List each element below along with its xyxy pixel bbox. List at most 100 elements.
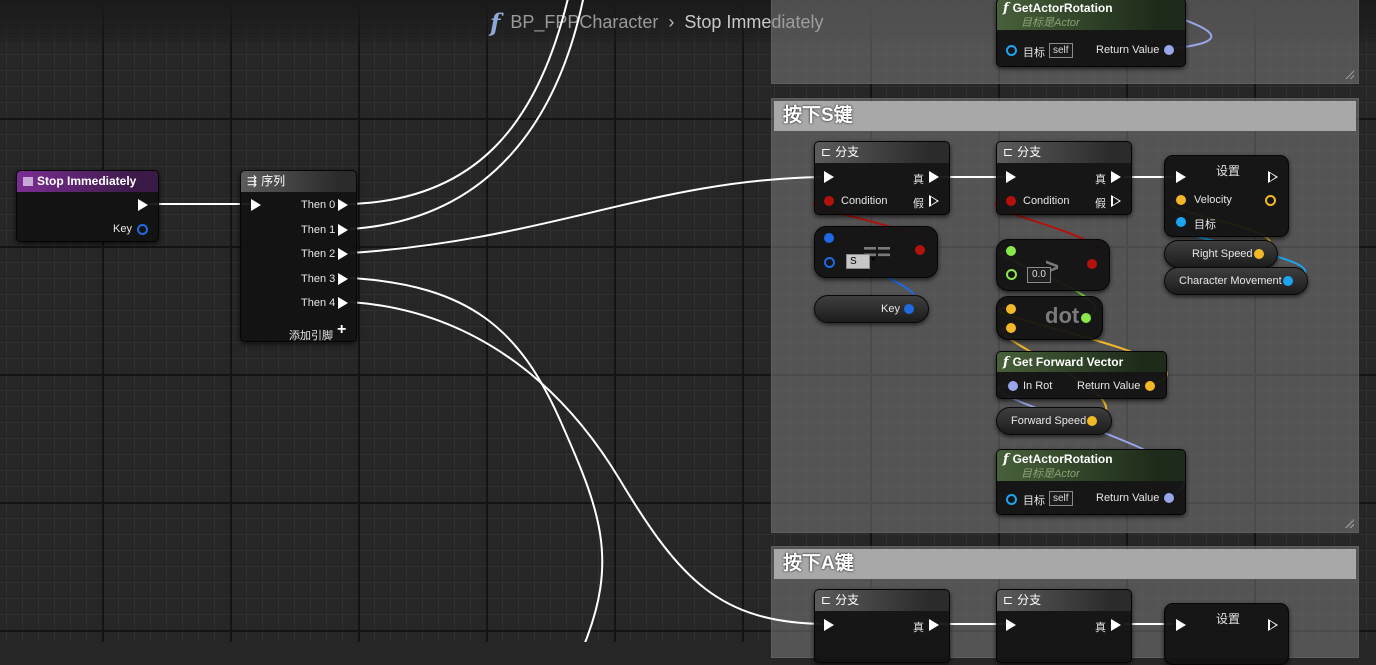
function-entry-node[interactable]: Stop Immediately Key xyxy=(16,170,159,242)
true-out-pin[interactable] xyxy=(929,619,939,631)
float-value-box[interactable]: 0.0 xyxy=(1027,267,1051,283)
velocity-in-pin[interactable] xyxy=(1176,195,1186,205)
exec-in-pin[interactable] xyxy=(824,171,834,183)
then-4-pin[interactable] xyxy=(338,297,348,309)
add-pin-plus-icon[interactable]: + xyxy=(337,321,346,339)
key-select[interactable]: S xyxy=(846,254,870,269)
pin-label: Key xyxy=(113,223,132,235)
then-0-pin[interactable] xyxy=(338,199,348,211)
node-header: f GetActorRotation 目标是Actor xyxy=(997,0,1185,30)
forward-speed-variable-node[interactable]: Forward Speed xyxy=(996,407,1112,435)
set-velocity-node[interactable]: 设置 Velocity 目标 xyxy=(1164,155,1289,237)
node-title: Get Forward Vector xyxy=(1012,355,1124,369)
pin-label: Then 3 xyxy=(301,273,336,285)
pin-label: Condition xyxy=(841,195,888,207)
sequence-node[interactable]: ⇶ 序列 Then 0 Then 1 Then 2 Then 3 Then 4 添… xyxy=(240,170,357,342)
result-out-pin[interactable] xyxy=(1081,313,1091,323)
exec-in-pin[interactable] xyxy=(251,199,261,211)
exec-in-pin[interactable] xyxy=(1006,171,1016,183)
get-actor-rotation-node[interactable]: f GetActorRotation 目标是Actor 目标 self Return… xyxy=(996,449,1186,515)
node-title: 序列 xyxy=(261,174,286,188)
return-value-pin[interactable] xyxy=(1164,493,1174,503)
key-variable-node[interactable]: Key xyxy=(814,295,929,323)
exec-in-pin[interactable] xyxy=(1176,619,1186,631)
branch-node[interactable]: ⊏ 分支 真 xyxy=(996,589,1132,663)
pin-label: In Rot xyxy=(1023,380,1053,392)
true-out-pin[interactable] xyxy=(1111,171,1121,183)
target-in-pin[interactable] xyxy=(1176,217,1186,227)
exec-in-pin[interactable] xyxy=(1176,171,1186,183)
get-forward-vector-node[interactable]: f Get Forward Vector In Rot Return Value xyxy=(996,351,1167,399)
pin-label: Forward Speed xyxy=(1011,415,1087,427)
exec-out-pin[interactable] xyxy=(138,199,148,211)
condition-in-pin[interactable] xyxy=(824,196,834,206)
a-in-pin[interactable] xyxy=(1006,304,1016,314)
node-title: 设置 xyxy=(1216,164,1241,178)
node-title: GetActorRotation xyxy=(1012,1,1113,15)
b-in-pin[interactable] xyxy=(1006,269,1017,280)
right-speed-variable-node[interactable]: Right Speed xyxy=(1164,240,1278,268)
velocity-out-pin[interactable] xyxy=(1265,195,1276,206)
in-rot-pin[interactable] xyxy=(1008,381,1018,391)
pin-label: Then 4 xyxy=(301,297,336,309)
result-out-pin[interactable] xyxy=(1087,259,1097,269)
true-out-pin[interactable] xyxy=(929,171,939,183)
branch-icon: ⊏ xyxy=(1003,593,1014,607)
pin-label: Then 1 xyxy=(301,224,336,236)
result-out-pin[interactable] xyxy=(915,245,925,255)
node-header: f Get Forward Vector xyxy=(997,352,1166,372)
key-out-pin[interactable] xyxy=(137,224,148,235)
b-in-pin[interactable] xyxy=(1006,323,1016,333)
equal-byte-node[interactable]: == S ▾ xyxy=(814,226,938,278)
key-a-in-pin[interactable] xyxy=(824,233,834,243)
branch-node[interactable]: ⊏ 分支 真 Condition 假 xyxy=(996,141,1132,215)
then-3-pin[interactable] xyxy=(338,273,348,285)
condition-in-pin[interactable] xyxy=(1006,196,1016,206)
self-value-box[interactable]: self xyxy=(1049,491,1073,506)
node-subtitle: 目标是Actor xyxy=(1021,17,1080,29)
then-2-pin[interactable] xyxy=(338,248,348,260)
pin-label: 假 xyxy=(1095,198,1106,210)
key-b-in-pin[interactable] xyxy=(824,257,835,268)
self-value-box[interactable]: self xyxy=(1049,43,1073,58)
true-out-pin[interactable] xyxy=(1111,619,1121,631)
branch-icon: ⊏ xyxy=(821,145,832,159)
exec-out-pin[interactable] xyxy=(1268,619,1278,631)
key-out-pin[interactable] xyxy=(904,304,914,314)
false-out-pin[interactable] xyxy=(1111,195,1121,207)
node-title: Stop Immediately xyxy=(37,174,137,188)
a-in-pin[interactable] xyxy=(1006,246,1016,256)
function-entry-icon xyxy=(23,177,33,186)
character-movement-out-pin[interactable] xyxy=(1283,276,1293,286)
branch-node[interactable]: ⊏ 分支 真 Condition 假 xyxy=(814,141,950,215)
function-icon: f xyxy=(1003,1,1009,16)
node-header: ⊏ 分支 xyxy=(997,590,1131,611)
exec-in-pin[interactable] xyxy=(1006,619,1016,631)
pin-label: 真 xyxy=(1095,622,1106,634)
exec-in-pin[interactable] xyxy=(824,619,834,631)
pin-label: 真 xyxy=(913,622,924,634)
false-out-pin[interactable] xyxy=(929,195,939,207)
pin-label: Velocity xyxy=(1194,194,1232,206)
exec-out-pin[interactable] xyxy=(1268,171,1278,183)
character-movement-variable-node[interactable]: Character Movement xyxy=(1164,267,1308,295)
pin-label: 目标 xyxy=(1194,219,1216,231)
forward-speed-out-pin[interactable] xyxy=(1087,416,1097,426)
target-in-pin[interactable] xyxy=(1006,494,1017,505)
node-header: ⊏ 分支 xyxy=(815,590,949,611)
dot-product-node[interactable]: dot xyxy=(996,296,1103,340)
get-actor-rotation-node-top[interactable]: f GetActorRotation 目标是Actor 目标 self Return… xyxy=(996,0,1186,67)
branch-node[interactable]: ⊏ 分支 真 xyxy=(814,589,950,663)
target-in-pin[interactable] xyxy=(1006,45,1017,56)
sequence-icon: ⇶ xyxy=(247,174,258,188)
chevron-down-icon: ▾ xyxy=(871,254,876,264)
pin-label: Return Value xyxy=(1096,44,1160,56)
then-1-pin[interactable] xyxy=(338,224,348,236)
exec-wire xyxy=(349,0,569,205)
greater-float-node[interactable]: > 0.0 xyxy=(996,239,1110,291)
right-speed-out-pin[interactable] xyxy=(1254,249,1264,259)
add-pin-label[interactable]: 添加引脚 xyxy=(289,327,333,343)
return-value-pin[interactable] xyxy=(1164,45,1174,55)
return-value-pin[interactable] xyxy=(1145,381,1155,391)
set-velocity-node[interactable]: 设置 xyxy=(1164,603,1289,665)
